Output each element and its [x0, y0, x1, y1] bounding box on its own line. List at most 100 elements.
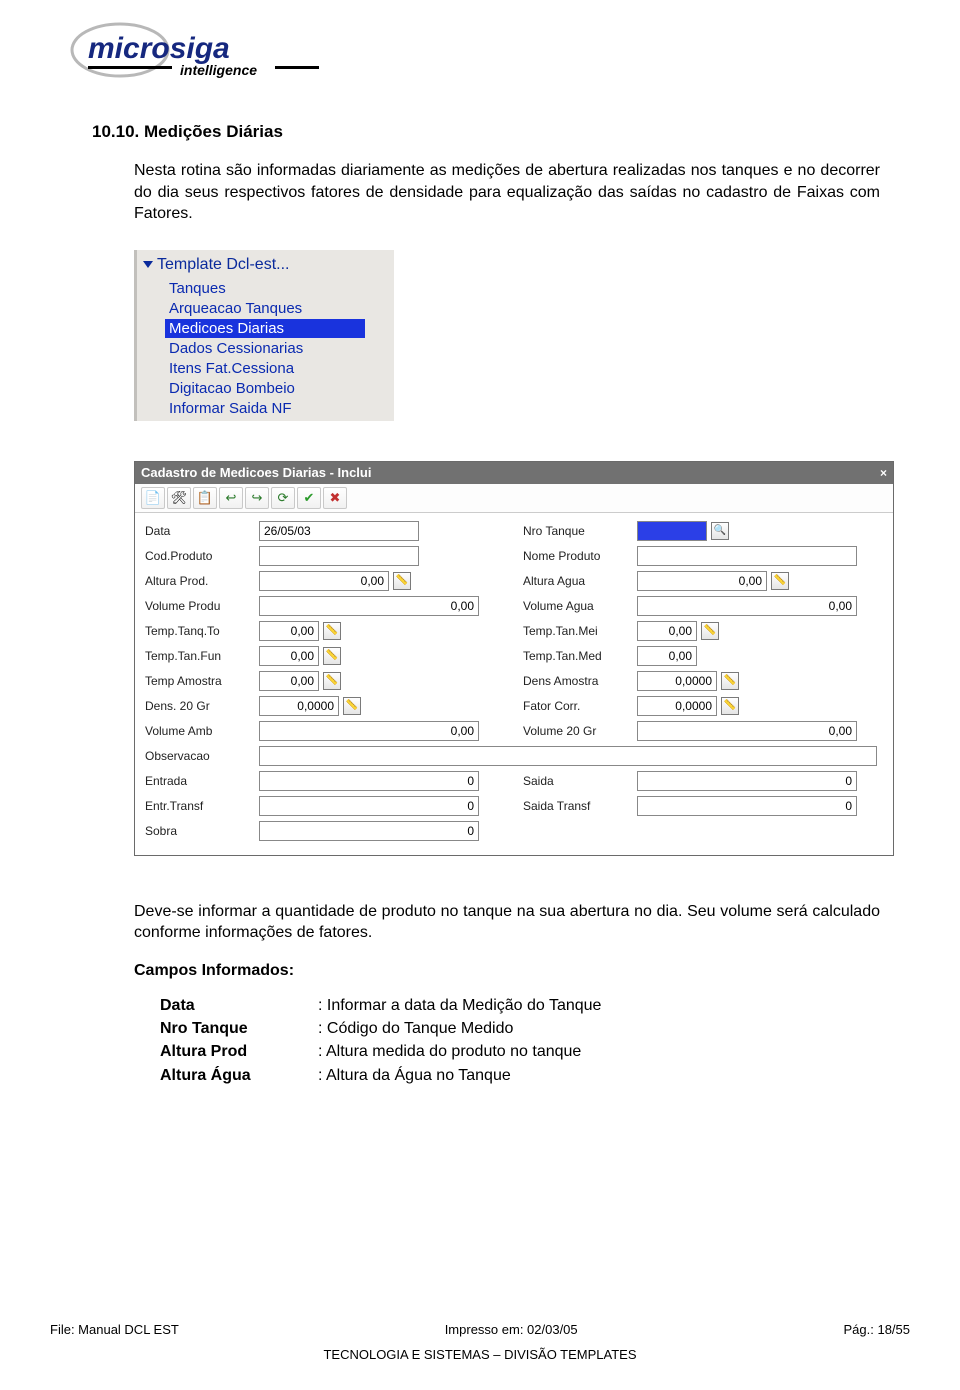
section-number: 10.10.: [92, 122, 139, 141]
campo-row: Altura Água : Altura da Água no Tanque: [160, 1064, 890, 1087]
campo-val: : Informar a data da Medição do Tanque: [318, 994, 601, 1017]
input-dens-20gr[interactable]: [259, 696, 339, 716]
lbl-altura-agua: Altura Agua: [523, 574, 613, 588]
lbl-saida-transf: Saida Transf: [523, 799, 613, 813]
svg-text:microsiga: microsiga: [88, 32, 230, 65]
input-saida-transf[interactable]: [637, 796, 857, 816]
input-volume-produ[interactable]: [259, 596, 479, 616]
input-temp-tan-med[interactable]: [637, 646, 697, 666]
input-cod-produto[interactable]: [259, 546, 419, 566]
campo-key: Altura Prod: [160, 1040, 310, 1063]
footer-file: File: Manual DCL EST: [50, 1322, 179, 1337]
lbl-altura-prod: Altura Prod.: [145, 574, 235, 588]
tool-icon[interactable]: 🛠: [167, 487, 191, 509]
lbl-data: Data: [145, 524, 235, 538]
intro-paragraph: Nesta rotina são informadas diariamente …: [134, 160, 880, 225]
refresh-icon[interactable]: ⟳: [271, 487, 295, 509]
input-temp-amostra[interactable]: [259, 671, 319, 691]
campo-row: Nro Tanque : Código do Tanque Medido: [160, 1017, 890, 1040]
input-nome-produto[interactable]: [637, 546, 857, 566]
campo-val: : Código do Tanque Medido: [318, 1017, 513, 1040]
page-footer: File: Manual DCL EST Impresso em: 02/03/…: [50, 1322, 910, 1362]
input-saida[interactable]: [637, 771, 857, 791]
template-menu-header-label: Template Dcl-est...: [157, 256, 289, 274]
campo-row: Altura Prod : Altura medida do produto n…: [160, 1040, 890, 1063]
input-volume-amb[interactable]: [259, 721, 479, 741]
picker-icon[interactable]: 📏: [323, 647, 341, 665]
section-title: Medições Diárias: [144, 122, 283, 141]
campo-val: : Altura medida do produto no tanque: [318, 1040, 581, 1063]
input-temp-tan-fun[interactable]: [259, 646, 319, 666]
lbl-dens-20gr: Dens. 20 Gr: [145, 699, 235, 713]
form-title-text: Cadastro de Medicoes Diarias - Inclui: [141, 465, 371, 480]
input-sobra[interactable]: [259, 821, 479, 841]
lbl-volume-agua: Volume Agua: [523, 599, 613, 613]
copy-icon[interactable]: 📋: [193, 487, 217, 509]
input-temp-tan-mei[interactable]: [637, 621, 697, 641]
input-entr-transf[interactable]: [259, 796, 479, 816]
template-menu: Template Dcl-est... Tanques Arqueacao Ta…: [134, 250, 394, 421]
input-dens-amostra[interactable]: [637, 671, 717, 691]
campo-key: Altura Água: [160, 1064, 310, 1087]
section-heading: 10.10. Medições Diárias: [92, 122, 890, 142]
input-nro-tanque[interactable]: [637, 521, 707, 541]
menu-item-arqueacao[interactable]: Arqueacao Tanques: [165, 299, 394, 318]
lbl-volume-20gr: Volume 20 Gr: [523, 724, 613, 738]
undo-icon[interactable]: ↩: [219, 487, 243, 509]
picker-icon[interactable]: 📏: [771, 572, 789, 590]
input-volume-20gr[interactable]: [637, 721, 857, 741]
lbl-temp-tan-fun: Temp.Tan.Fun: [145, 649, 235, 663]
menu-item-itens-fat[interactable]: Itens Fat.Cessiona: [165, 359, 394, 378]
input-temp-tanq-to[interactable]: [259, 621, 319, 641]
lbl-volume-amb: Volume Amb: [145, 724, 235, 738]
brand-logo: microsiga intelligence: [70, 20, 890, 82]
menu-item-medicoes[interactable]: Medicoes Diarias: [165, 319, 365, 338]
menu-item-cessionarias[interactable]: Dados Cessionarias: [165, 339, 394, 358]
picker-icon[interactable]: 📏: [323, 622, 341, 640]
lbl-nro-tanque: Nro Tanque: [523, 524, 613, 538]
lbl-temp-amostra: Temp Amostra: [145, 674, 235, 688]
campo-val: : Altura da Água no Tanque: [318, 1064, 511, 1087]
lbl-entrada: Entrada: [145, 774, 235, 788]
lbl-saida: Saida: [523, 774, 613, 788]
input-observacao[interactable]: [259, 746, 877, 766]
svg-text:intelligence: intelligence: [180, 62, 257, 78]
form-titlebar: Cadastro de Medicoes Diarias - Inclui ×: [135, 462, 893, 484]
menu-item-tanques[interactable]: Tanques: [165, 279, 394, 298]
lbl-fator-corr: Fator Corr.: [523, 699, 613, 713]
cancel-icon[interactable]: ✖: [323, 487, 347, 509]
picker-icon[interactable]: 📏: [721, 672, 739, 690]
picker-icon[interactable]: 📏: [343, 697, 361, 715]
footer-line2: TECNOLOGIA E SISTEMAS – DIVISÃO TEMPLATE…: [50, 1347, 910, 1362]
footer-impresso: Impresso em: 02/03/05: [445, 1322, 578, 1337]
picker-icon[interactable]: 📏: [721, 697, 739, 715]
accept-icon[interactable]: ✔: [297, 487, 321, 509]
picker-icon[interactable]: 📏: [701, 622, 719, 640]
form-toolbar: 📄 🛠 📋 ↩ ↪ ⟳ ✔ ✖: [135, 484, 893, 513]
close-icon[interactable]: ×: [880, 466, 887, 480]
form-window: Cadastro de Medicoes Diarias - Inclui × …: [134, 461, 894, 856]
menu-item-saida-nf[interactable]: Informar Saida NF: [165, 399, 394, 418]
campo-row: Data : Informar a data da Medição do Tan…: [160, 994, 890, 1017]
campo-key: Data: [160, 994, 310, 1017]
input-volume-agua[interactable]: [637, 596, 857, 616]
picker-icon[interactable]: 📏: [323, 672, 341, 690]
template-menu-header[interactable]: Template Dcl-est...: [137, 250, 394, 278]
menu-item-bombeio[interactable]: Digitacao Bombeio: [165, 379, 394, 398]
input-fator-corr[interactable]: [637, 696, 717, 716]
lbl-nome-produto: Nome Produto: [523, 549, 613, 563]
picker-icon[interactable]: 📏: [393, 572, 411, 590]
input-altura-agua[interactable]: [637, 571, 767, 591]
input-altura-prod[interactable]: [259, 571, 389, 591]
post-form-paragraph: Deve-se informar a quantidade de produto…: [134, 901, 880, 944]
search-icon[interactable]: 🔍: [711, 522, 729, 540]
lbl-observacao: Observacao: [145, 749, 235, 763]
new-icon[interactable]: 📄: [141, 487, 165, 509]
lbl-sobra: Sobra: [145, 824, 235, 838]
input-data[interactable]: [259, 521, 419, 541]
input-entrada[interactable]: [259, 771, 479, 791]
redo-icon[interactable]: ↪: [245, 487, 269, 509]
campos-list: Data : Informar a data da Medição do Tan…: [160, 994, 890, 1087]
lbl-temp-tan-mei: Temp.Tan.Mei: [523, 624, 613, 638]
chevron-down-icon: [143, 261, 153, 268]
